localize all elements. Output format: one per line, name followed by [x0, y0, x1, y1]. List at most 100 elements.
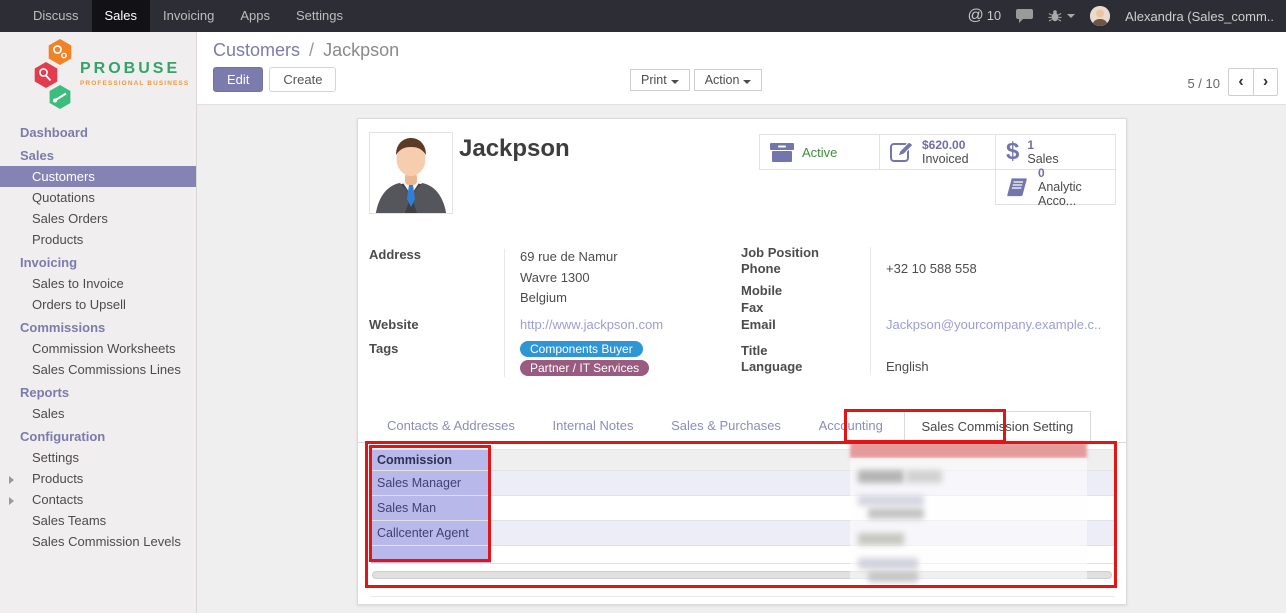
sales-count-value: 1 [1027, 138, 1058, 152]
mobile-value [870, 283, 886, 300]
sidebar-item-config-products[interactable]: Products [0, 468, 196, 489]
sidebar-item-orders-to-upsell[interactable]: Orders to Upsell [0, 294, 196, 315]
tab-accounting[interactable]: Accounting [802, 411, 900, 443]
messages-icon[interactable] [1016, 9, 1033, 23]
field-group-right: Job Position Phone+32 10 588 558 Mobile … [741, 245, 1113, 376]
sidebar-header-reports[interactable]: Reports [0, 380, 196, 403]
language-label: Language [741, 359, 870, 376]
redacted-blob [858, 558, 918, 569]
tab-internal-notes[interactable]: Internal Notes [536, 411, 651, 443]
user-name[interactable]: Alexandra (Sales_comm.. [1125, 9, 1274, 24]
fax-value [870, 300, 886, 317]
sidebar-item-customers[interactable]: Customers [0, 166, 196, 187]
commission-level-cell[interactable]: Callcenter Agent [371, 521, 491, 545]
invoiced-label: Invoiced [922, 152, 969, 166]
breadcrumb: Customers / Jackpson [213, 40, 399, 61]
title-value [870, 343, 886, 359]
tag-components-buyer[interactable]: Components Buyer [520, 341, 643, 357]
redacted-pink-bar [850, 442, 1087, 458]
invoiced-stat-button[interactable]: $620.00 Invoiced [879, 134, 996, 170]
debug-caret-icon [1067, 14, 1075, 18]
redacted-blob [906, 470, 942, 483]
sidebar-header-configuration[interactable]: Configuration [0, 424, 196, 447]
edit-pencil-icon [890, 141, 914, 163]
action-dropdown[interactable]: Action [694, 69, 763, 91]
sidebar-header-sales[interactable]: Sales [0, 143, 196, 166]
tab-sales-purchases[interactable]: Sales & Purchases [654, 411, 798, 443]
logo-title: PROBUSE [80, 60, 180, 78]
address-street: 69 rue de Namur [520, 247, 618, 268]
sidebar-item-settings[interactable]: Settings [0, 447, 196, 468]
tab-contacts-addresses[interactable]: Contacts & Addresses [370, 411, 532, 443]
sidebar-item-config-contacts[interactable]: Contacts [0, 489, 196, 510]
commission-level-cell[interactable]: Sales Man [371, 496, 491, 520]
app-window: Discuss Sales Invoicing Apps Settings @ … [0, 0, 1286, 613]
menu-apps[interactable]: Apps [227, 0, 283, 32]
email-link[interactable]: Jackpson@yourcompany.example.c.. [886, 317, 1101, 332]
print-dropdown[interactable]: Print [630, 69, 690, 91]
expand-chevron-icon[interactable] [9, 476, 14, 484]
menu-sales[interactable]: Sales [92, 0, 151, 32]
menu-invoicing[interactable]: Invoicing [150, 0, 227, 32]
dollar-icon: $ [1006, 141, 1019, 163]
book-icon [1006, 176, 1030, 198]
menu-discuss[interactable]: Discuss [20, 0, 92, 32]
address-label: Address [369, 247, 504, 309]
empty-first-cell [371, 546, 491, 563]
breadcrumb-customers-link[interactable]: Customers [213, 40, 300, 60]
sidebar-item-products[interactable]: Products [0, 229, 196, 250]
app-logo: PROBUSE PROFESSIONAL BUSINESS [0, 32, 196, 120]
user-avatar[interactable] [1090, 6, 1110, 26]
control-panel: Customers / Jackpson Edit Create Print A… [197, 32, 1286, 105]
fax-label: Fax [741, 300, 870, 317]
active-stat-button[interactable]: Active [759, 134, 880, 170]
top-navbar: Discuss Sales Invoicing Apps Settings @ … [0, 0, 1286, 32]
sidebar-item-quotations[interactable]: Quotations [0, 187, 196, 208]
stat-buttons: Active $620.00 Invoiced $ 1 Sales [759, 134, 1116, 206]
field-group-left: Address 69 rue de Namur Wavre 1300 Belgi… [369, 247, 731, 379]
top-menu: Discuss Sales Invoicing Apps Settings [0, 0, 356, 32]
tag-partner-it-services[interactable]: Partner / IT Services [520, 360, 649, 376]
job-position-label: Job Position [741, 245, 870, 261]
title-label: Title [741, 343, 870, 359]
commission-level-header[interactable]: Commission Level [371, 450, 491, 470]
pager-next-button[interactable]: › [1253, 69, 1277, 95]
customer-photo[interactable] [369, 132, 453, 214]
action-label: Action [705, 73, 740, 87]
sidebar-item-sales-commission-levels[interactable]: Sales Commission Levels [0, 531, 196, 552]
commission-level-cell[interactable]: Sales Manager [371, 471, 491, 495]
create-button[interactable]: Create [269, 67, 336, 92]
analytic-stat-button[interactable]: 0 Analytic Acco... [995, 169, 1116, 205]
website-link[interactable]: http://www.jackpson.com [520, 317, 663, 332]
edit-button[interactable]: Edit [213, 67, 263, 92]
customer-form-card: Jackpson Active $620.00 Invoiced [357, 118, 1127, 605]
sidebar-item-commission-worksheets[interactable]: Commission Worksheets [0, 338, 196, 359]
pager-nav: ‹ › [1228, 68, 1278, 96]
customer-name-title: Jackpson [459, 135, 570, 163]
sidebar-header-dashboard[interactable]: Dashboard [0, 120, 196, 143]
redacted-blob [858, 533, 904, 545]
sidebar-item-sales-to-invoice[interactable]: Sales to Invoice [0, 273, 196, 294]
sidebar-item-sales-teams[interactable]: Sales Teams [0, 510, 196, 531]
pager-previous-button[interactable]: ‹ [1229, 69, 1253, 95]
redacted-blob [858, 470, 904, 483]
mentions-counter[interactable]: @ 10 [967, 7, 1001, 25]
mobile-label: Mobile [741, 283, 870, 300]
sidebar-header-commissions[interactable]: Commissions [0, 315, 196, 338]
sidebar-item-sales-orders[interactable]: Sales Orders [0, 208, 196, 229]
redacted-blob [868, 571, 918, 582]
sidebar-item-reports-sales[interactable]: Sales [0, 403, 196, 424]
print-label: Print [641, 73, 667, 87]
job-position-value [870, 245, 886, 261]
sidebar-item-sales-commissions-lines[interactable]: Sales Commissions Lines [0, 359, 196, 380]
print-caret-icon [671, 80, 679, 84]
redacted-region [850, 442, 1087, 592]
email-label: Email [741, 317, 870, 334]
debug-bug-icon[interactable] [1048, 9, 1075, 23]
sidebar-item-label: Products [32, 471, 83, 486]
tab-sales-commission-setting[interactable]: Sales Commission Setting [904, 411, 1092, 443]
sidebar-header-invoicing[interactable]: Invoicing [0, 250, 196, 273]
expand-chevron-icon[interactable] [9, 497, 14, 505]
sales-stat-button[interactable]: $ 1 Sales [995, 134, 1116, 170]
menu-settings[interactable]: Settings [283, 0, 356, 32]
